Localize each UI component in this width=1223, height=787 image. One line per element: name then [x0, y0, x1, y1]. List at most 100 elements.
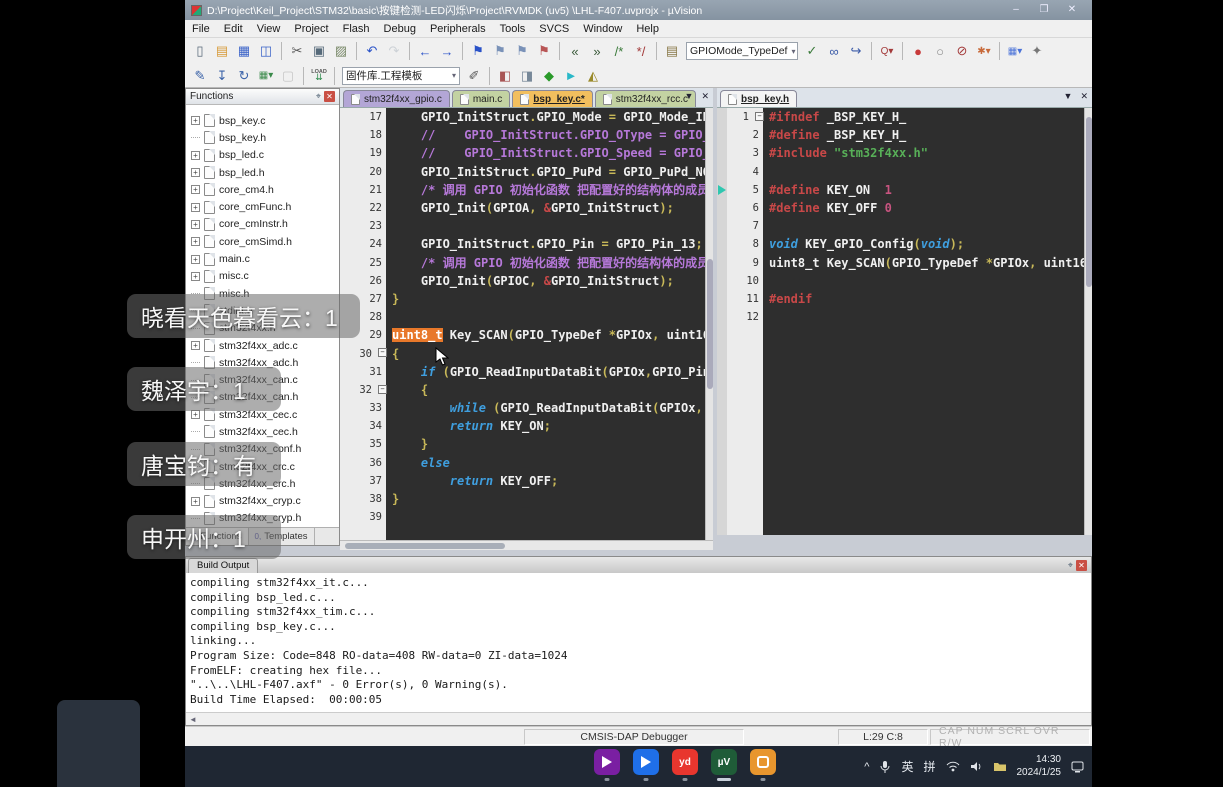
- ime-language-indicator[interactable]: 英: [901, 758, 913, 775]
- function-editor-icon[interactable]: ►: [561, 66, 581, 86]
- tab-list-icon[interactable]: ▼: [685, 91, 694, 102]
- tree-item-bsp_key-h[interactable]: bsp_key.h: [186, 129, 339, 146]
- editor-tab-bsp-key-c-[interactable]: bsp_key.c*: [512, 90, 593, 107]
- folder-icon[interactable]: [993, 761, 1007, 772]
- speaker-icon[interactable]: [970, 761, 983, 772]
- open-file-icon[interactable]: ▤: [212, 41, 232, 61]
- window-titlebar[interactable]: D:\Project\Keil_Project\STM32\basic\按键检测…: [185, 0, 1092, 20]
- indent-icon[interactable]: »: [587, 41, 607, 61]
- horizontal-scrollbar[interactable]: [340, 540, 713, 550]
- build-output-log[interactable]: compiling stm32f4xx_it.c...compiling bsp…: [186, 574, 1091, 712]
- save-icon[interactable]: ▦: [234, 41, 254, 61]
- tree-item-core_cmFunc-h[interactable]: +core_cmFunc.h: [186, 198, 339, 215]
- menu-help[interactable]: Help: [629, 23, 666, 35]
- expand-icon[interactable]: +: [191, 410, 200, 419]
- breakpoint-insert-icon[interactable]: ●: [908, 41, 928, 61]
- expand-icon[interactable]: +: [191, 497, 200, 506]
- search-icon[interactable]: Q▾: [877, 41, 897, 61]
- menu-tools[interactable]: Tools: [493, 23, 533, 35]
- cut-icon[interactable]: ✂: [287, 41, 307, 61]
- configure-icon[interactable]: ✦: [1027, 41, 1047, 61]
- vertical-scrollbar[interactable]: [705, 108, 713, 540]
- functions-panel-header[interactable]: Functions ⌖ ✕: [186, 89, 339, 105]
- pin-icon[interactable]: ⌖: [1068, 560, 1073, 571]
- menu-project[interactable]: Project: [287, 23, 335, 35]
- minimize-button[interactable]: –: [1002, 3, 1030, 17]
- app-uvision[interactable]: µV: [711, 749, 737, 775]
- copy-icon[interactable]: ▣: [309, 41, 329, 61]
- menu-edit[interactable]: Edit: [217, 23, 250, 35]
- incremental-find-icon[interactable]: ↪: [846, 41, 866, 61]
- tree-item-stm32f4xx_adc-c[interactable]: +stm32f4xx_adc.c: [186, 337, 339, 354]
- panel-close-icon[interactable]: ✕: [1076, 560, 1087, 571]
- options-for-target-icon[interactable]: ✐: [464, 66, 484, 86]
- microphone-icon[interactable]: [879, 760, 891, 774]
- find-in-files-icon[interactable]: ∞: [824, 41, 844, 61]
- tab-list-icon[interactable]: ▼: [1064, 91, 1073, 102]
- editor-tab-stm32f4xx-rcc-c[interactable]: stm32f4xx_rcc.c: [595, 90, 696, 107]
- notification-icon[interactable]: [1071, 761, 1084, 773]
- find-text-combo[interactable]: GPIOMode_TypeDef▾: [686, 42, 798, 60]
- expand-icon[interactable]: +: [191, 116, 200, 125]
- book-icon[interactable]: ▤: [662, 41, 682, 61]
- code-editor-bsp-key-h[interactable]: 1−#ifndef _BSP_KEY_H_2#define _BSP_KEY_H…: [717, 108, 1092, 535]
- tray-chevron-icon[interactable]: ^: [864, 761, 869, 773]
- menu-peripherals[interactable]: Peripherals: [423, 23, 493, 35]
- tree-item-core_cmInstr-h[interactable]: +core_cmInstr.h: [186, 216, 339, 233]
- nav-back-icon[interactable]: ←: [415, 41, 435, 61]
- tree-item-core_cm4-h[interactable]: +core_cm4.h: [186, 181, 339, 198]
- menu-file[interactable]: File: [185, 23, 217, 35]
- bookmark-prev-icon[interactable]: ⚑: [490, 41, 510, 61]
- target-select-combo[interactable]: 固件库.工程模板▾: [342, 67, 460, 85]
- ime-shape-indicator[interactable]: 拼: [923, 758, 935, 775]
- tree-item-bsp_led-h[interactable]: +bsp_led.h: [186, 164, 339, 181]
- breakpoint-kill-all-icon[interactable]: ✱▾: [974, 41, 994, 61]
- tree-item-bsp_led-c[interactable]: +bsp_led.c: [186, 147, 339, 164]
- expand-icon[interactable]: +: [191, 203, 200, 212]
- uncomment-icon[interactable]: */: [631, 41, 651, 61]
- chevron-down-icon[interactable]: ▾: [787, 47, 795, 56]
- rte-icon[interactable]: ◆: [539, 66, 559, 86]
- expand-icon[interactable]: +: [191, 151, 200, 160]
- fold-collapse-icon[interactable]: −: [378, 385, 387, 394]
- translate-icon[interactable]: ✎: [190, 66, 210, 86]
- app-youdao[interactable]: yd: [672, 749, 698, 775]
- tab-close-icon[interactable]: ✕: [1080, 91, 1088, 102]
- tree-item-stm32f4xx_cec-h[interactable]: stm32f4xx_cec.h: [186, 423, 339, 440]
- app-pen[interactable]: [594, 749, 620, 775]
- expand-icon[interactable]: +: [191, 272, 200, 281]
- bookmark-toggle-icon[interactable]: ⚑: [468, 41, 488, 61]
- manage-components-icon[interactable]: ◧: [495, 66, 515, 86]
- tree-item-main-c[interactable]: +main.c: [186, 250, 339, 267]
- vertical-scrollbar[interactable]: [1084, 108, 1092, 535]
- new-file-icon[interactable]: ▯: [190, 41, 210, 61]
- tree-item-misc-c[interactable]: +misc.c: [186, 268, 339, 285]
- bookmark-clear-icon[interactable]: ⚑: [534, 41, 554, 61]
- batch-build-icon[interactable]: ▦▾: [256, 66, 276, 86]
- menu-window[interactable]: Window: [576, 23, 629, 35]
- rebuild-icon[interactable]: ↻: [234, 66, 254, 86]
- expand-icon[interactable]: +: [191, 220, 200, 229]
- manage-books-icon[interactable]: ◨: [517, 66, 537, 86]
- bookmark-next-icon[interactable]: ⚑: [512, 41, 532, 61]
- chevron-down-icon[interactable]: ▾: [448, 71, 456, 80]
- tab-close-icon[interactable]: ✕: [701, 91, 709, 102]
- pin-icon[interactable]: ⌖: [316, 91, 321, 102]
- build-icon[interactable]: ↧: [212, 66, 232, 86]
- wifi-icon[interactable]: [946, 761, 960, 772]
- app-messenger[interactable]: [633, 749, 659, 775]
- menu-view[interactable]: View: [250, 23, 288, 35]
- undo-icon[interactable]: ↶: [362, 41, 382, 61]
- window-layout-icon[interactable]: ▦▾: [1005, 41, 1025, 61]
- nav-forward-icon[interactable]: →: [437, 41, 457, 61]
- editor-tab-stm32f4xx-gpio-c[interactable]: stm32f4xx_gpio.c: [343, 90, 450, 107]
- editor-tab-main-c[interactable]: main.c: [452, 90, 510, 107]
- pack-installer-icon[interactable]: ◭: [583, 66, 603, 86]
- menu-debug[interactable]: Debug: [377, 23, 423, 35]
- find-options-icon[interactable]: ✓: [802, 41, 822, 61]
- build-output-header[interactable]: Build Output ⌖ ✕: [186, 557, 1091, 573]
- comment-icon[interactable]: /*: [609, 41, 629, 61]
- paste-icon[interactable]: ▨: [331, 41, 351, 61]
- maximize-button[interactable]: ❐: [1030, 3, 1058, 17]
- tree-item-stm32f4xx_cryp-c[interactable]: +stm32f4xx_cryp.c: [186, 493, 339, 510]
